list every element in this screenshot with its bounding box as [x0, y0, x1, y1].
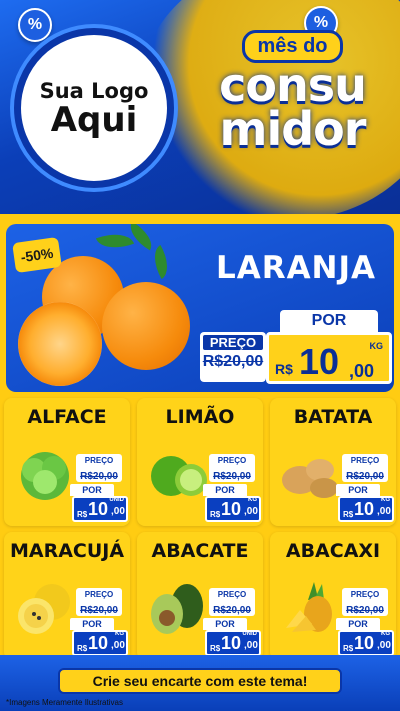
preco-label: PREÇO: [350, 456, 380, 465]
campaign-title: mês do consu midor: [190, 30, 395, 190]
preco-label: PREÇO: [203, 335, 263, 350]
pineapple-image: [286, 582, 332, 632]
product-card-limao[interactable]: LIMÃO PREÇO R$20,00 POR R$ 10,00 KG: [137, 398, 263, 526]
old-price-box: PREÇO R$20,00: [209, 454, 255, 482]
featured-price-tag: R$ 10 ,00 KG: [266, 332, 392, 384]
product-card-alface[interactable]: ALFACE PREÇO R$20,00 POR R$ 10,00 UNID: [4, 398, 130, 526]
price-decimal: ,00: [377, 506, 391, 517]
price-integer: 10: [354, 633, 375, 653]
old-price: R$20,00: [202, 353, 264, 370]
price-integer: 10: [88, 633, 109, 653]
por-label: POR: [203, 618, 247, 630]
price-integer: 10: [221, 499, 242, 519]
price-decimal: ,00: [111, 640, 125, 651]
product-card-batata[interactable]: BATATA PREÇO R$20,00 POR R$ 10,00 KG: [270, 398, 396, 526]
por-label: POR: [70, 618, 114, 630]
product-name: BATATA: [293, 406, 373, 428]
price-decimal: ,00: [244, 506, 258, 517]
price-decimal: ,00: [111, 506, 125, 517]
currency-symbol: R$: [210, 644, 221, 653]
potato-image: [282, 459, 338, 498]
preco-label: PREÇO: [350, 590, 380, 599]
old-price: R$20,00: [213, 471, 251, 482]
price-integer: 10: [221, 633, 242, 653]
price-tag: R$ 10,00 KG: [338, 630, 394, 656]
lettuce-image: [21, 452, 69, 500]
por-label: POR: [70, 484, 114, 496]
old-price-box: PREÇO R$20,00: [342, 454, 388, 482]
price-integer: 10: [88, 499, 109, 519]
price-unit: KG: [115, 631, 124, 637]
por-label: POR: [336, 484, 380, 496]
price-unit: KG: [381, 497, 390, 503]
old-price: R$20,00: [213, 605, 251, 616]
product-card-abacaxi[interactable]: ABACAXI PREÇO R$20,00 POR R$ 10,00 KG: [270, 532, 396, 660]
preco-label: PREÇO: [217, 590, 247, 599]
old-price-box: PREÇO R$20,00: [209, 588, 255, 616]
currency-symbol: R$: [77, 510, 88, 519]
currency-symbol: R$: [77, 644, 88, 653]
product-name: LIMÃO: [165, 406, 235, 428]
por-label: POR: [336, 618, 380, 630]
old-price-box: PREÇO R$20,00: [200, 332, 266, 382]
cta-button[interactable]: Crie seu encarte com este tema!: [58, 668, 342, 694]
price-unit: UNID: [109, 497, 124, 503]
product-name: ABACATE: [151, 540, 249, 562]
price-unit: KG: [369, 341, 384, 351]
price-integer: 10: [299, 341, 340, 382]
passion-fruit-image: [18, 584, 70, 634]
old-price: R$20,00: [80, 471, 118, 482]
logo-text-line2: Aqui: [50, 100, 138, 140]
preco-label: PREÇO: [84, 456, 114, 465]
preco-label: PREÇO: [217, 456, 247, 465]
price-tag: R$ 10,00 KG: [338, 496, 394, 522]
orange-slice-image: [18, 302, 102, 386]
price-decimal: ,00: [244, 640, 258, 651]
currency-symbol: R$: [343, 644, 354, 653]
disclaimer-text: *Imagens Meramente Ilustrativas: [6, 698, 123, 707]
old-price-box: PREÇO R$20,00: [76, 588, 122, 616]
campaign-line-2: midor: [219, 102, 367, 156]
product-card-abacate[interactable]: ABACATE PREÇO R$20,00 POR R$ 10,00 UNID: [137, 532, 263, 660]
currency-symbol: R$: [343, 510, 354, 519]
leaf-icon: [95, 226, 135, 256]
avocado-image: [151, 584, 203, 634]
preco-label: PREÇO: [84, 590, 114, 599]
price-unit: KG: [248, 497, 257, 503]
price-tag: R$ 10,00 UNID: [205, 630, 261, 656]
price-tag: R$ 10,00 KG: [72, 630, 128, 656]
price-decimal: ,00: [349, 361, 375, 381]
por-label: POR: [280, 310, 378, 332]
orange-fruit-image: [102, 282, 190, 370]
price-unit: UNID: [242, 631, 257, 637]
price-unit: KG: [381, 631, 390, 637]
price-tag: R$ 10,00 KG: [205, 496, 261, 522]
price-integer: 10: [354, 499, 375, 519]
price-decimal: ,00: [377, 640, 391, 651]
featured-product-name: LARANJA: [215, 250, 377, 286]
old-price: R$20,00: [346, 605, 384, 616]
campaign-line-1: consu: [219, 58, 367, 112]
product-name: ABACAXI: [285, 540, 381, 562]
discount-badge: -50%: [12, 236, 62, 274]
old-price-box: PREÇO R$20,00: [76, 454, 122, 482]
leaf-icon: [146, 245, 176, 279]
old-price-box: PREÇO R$20,00: [342, 588, 388, 616]
product-name: MARACUJÁ: [9, 540, 125, 562]
por-label: POR: [203, 484, 247, 496]
product-name: ALFACE: [27, 406, 107, 428]
old-price: R$20,00: [346, 471, 384, 482]
price-tag: R$ 10,00 UNID: [72, 496, 128, 522]
currency-symbol: R$: [210, 510, 221, 519]
percent-icon: %: [18, 8, 52, 42]
lime-image: [151, 456, 207, 496]
old-price: R$20,00: [80, 605, 118, 616]
product-card-maracuja[interactable]: MARACUJÁ PREÇO R$20,00 POR R$ 10,00 KG: [4, 532, 130, 660]
store-logo-placeholder[interactable]: Sua Logo Aqui: [14, 28, 174, 188]
currency-symbol: R$: [275, 361, 293, 377]
